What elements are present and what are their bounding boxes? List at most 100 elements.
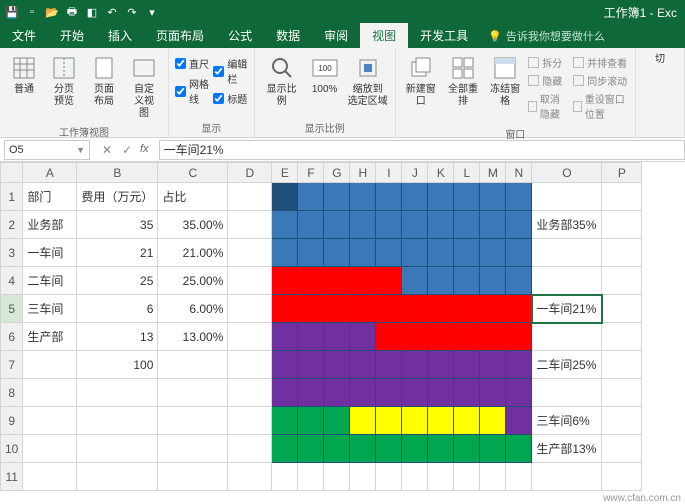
cell-D7[interactable]	[228, 351, 272, 379]
worksheet[interactable]: ABCDEFGHIJKLMNOP1部门费用（万元）占比2业务部3535.00%业…	[0, 162, 685, 491]
arrange-all-button[interactable]: 全部重排	[444, 52, 482, 110]
cell-H4[interactable]	[350, 267, 376, 295]
hide-button[interactable]: 隐藏	[528, 72, 569, 89]
cell-M7[interactable]	[480, 351, 506, 379]
cell-I3[interactable]	[376, 239, 402, 267]
zoom-button[interactable]: 显示比例	[261, 52, 303, 110]
cell-H5[interactable]	[350, 295, 376, 323]
cell-H9[interactable]	[350, 407, 376, 435]
cell-E3[interactable]	[272, 239, 298, 267]
print-icon[interactable]: 🖶	[64, 4, 80, 20]
cell-K1[interactable]	[428, 183, 454, 211]
cell-N6[interactable]	[506, 323, 532, 351]
cell-K9[interactable]	[428, 407, 454, 435]
cell-H7[interactable]	[350, 351, 376, 379]
col-header-B[interactable]: B	[77, 163, 158, 183]
row-header-10[interactable]: 10	[1, 435, 23, 463]
cell-O3[interactable]	[532, 239, 602, 267]
cell-O10[interactable]: 生产部13%	[532, 435, 602, 463]
cell-B10[interactable]	[77, 435, 158, 463]
col-header-D[interactable]: D	[228, 163, 272, 183]
new-icon[interactable]: ▫	[24, 4, 40, 20]
col-header-E[interactable]: E	[272, 163, 298, 183]
cell-C11[interactable]	[158, 463, 228, 491]
cell-F7[interactable]	[298, 351, 324, 379]
row-header-11[interactable]: 11	[1, 463, 23, 491]
cell-D6[interactable]	[228, 323, 272, 351]
cell-P3[interactable]	[602, 239, 642, 267]
cell-I9[interactable]	[376, 407, 402, 435]
row-header-8[interactable]: 8	[1, 379, 23, 407]
col-header-I[interactable]: I	[376, 163, 402, 183]
cell-A11[interactable]	[23, 463, 77, 491]
page-break-button[interactable]: 分页 预览	[46, 52, 82, 110]
cell-O7[interactable]: 二车间25%	[532, 351, 602, 379]
cell-E6[interactable]	[272, 323, 298, 351]
tab-data[interactable]: 数据	[264, 23, 312, 48]
cell-F11[interactable]	[298, 463, 324, 491]
cell-N7[interactable]	[506, 351, 532, 379]
cell-J5[interactable]	[402, 295, 428, 323]
formula-input[interactable]: 一车间21%	[159, 140, 685, 160]
enter-icon[interactable]: ✓	[120, 143, 134, 157]
page-layout-button[interactable]: 页面布局	[86, 52, 122, 110]
cell-K11[interactable]	[428, 463, 454, 491]
cell-H10[interactable]	[350, 435, 376, 463]
name-box[interactable]: O5▼	[4, 140, 90, 160]
cell-M6[interactable]	[480, 323, 506, 351]
cell-M4[interactable]	[480, 267, 506, 295]
cell-E8[interactable]	[272, 379, 298, 407]
cell-E11[interactable]	[272, 463, 298, 491]
cell-H2[interactable]	[350, 211, 376, 239]
sync-scroll-button[interactable]: 同步滚动	[573, 72, 629, 89]
cell-M10[interactable]	[480, 435, 506, 463]
preview-icon[interactable]: ◧	[84, 4, 100, 20]
cell-C4[interactable]: 25.00%	[158, 267, 228, 295]
cell-L5[interactable]	[454, 295, 480, 323]
cell-J3[interactable]	[402, 239, 428, 267]
cell-F2[interactable]	[298, 211, 324, 239]
cell-F6[interactable]	[298, 323, 324, 351]
cell-H1[interactable]	[350, 183, 376, 211]
cell-I4[interactable]	[376, 267, 402, 295]
cell-O6[interactable]	[532, 323, 602, 351]
cell-G4[interactable]	[324, 267, 350, 295]
cell-E10[interactable]	[272, 435, 298, 463]
cell-C8[interactable]	[158, 379, 228, 407]
cell-F10[interactable]	[298, 435, 324, 463]
cell-L1[interactable]	[454, 183, 480, 211]
tab-layout[interactable]: 页面布局	[144, 23, 216, 48]
cell-F3[interactable]	[298, 239, 324, 267]
col-header-K[interactable]: K	[428, 163, 454, 183]
cell-M11[interactable]	[480, 463, 506, 491]
cell-G6[interactable]	[324, 323, 350, 351]
cell-O2[interactable]: 业务部35%	[532, 211, 602, 239]
unhide-button[interactable]: 取消隐藏	[528, 90, 569, 122]
cell-E9[interactable]	[272, 407, 298, 435]
col-header-O[interactable]: O	[532, 163, 602, 183]
cell-B4[interactable]: 25	[77, 267, 158, 295]
tab-insert[interactable]: 插入	[96, 23, 144, 48]
cell-G2[interactable]	[324, 211, 350, 239]
row-header-9[interactable]: 9	[1, 407, 23, 435]
cell-C7[interactable]	[158, 351, 228, 379]
cell-K7[interactable]	[428, 351, 454, 379]
row-header-1[interactable]: 1	[1, 183, 23, 211]
row-header-6[interactable]: 6	[1, 323, 23, 351]
cell-O11[interactable]	[532, 463, 602, 491]
cell-K3[interactable]	[428, 239, 454, 267]
more-icon[interactable]: ▾	[144, 4, 160, 20]
cell-G9[interactable]	[324, 407, 350, 435]
cell-G3[interactable]	[324, 239, 350, 267]
cell-B8[interactable]	[77, 379, 158, 407]
cell-P6[interactable]	[602, 323, 642, 351]
cell-B11[interactable]	[77, 463, 158, 491]
row-header-4[interactable]: 4	[1, 267, 23, 295]
cell-A6[interactable]: 生产部	[23, 323, 77, 351]
split-button[interactable]: 拆分	[528, 54, 569, 71]
tab-developer[interactable]: 开发工具	[408, 23, 480, 48]
reset-window-button[interactable]: 重设窗口位置	[573, 90, 629, 122]
cell-P1[interactable]	[602, 183, 642, 211]
cell-L4[interactable]	[454, 267, 480, 295]
cell-L8[interactable]	[454, 379, 480, 407]
